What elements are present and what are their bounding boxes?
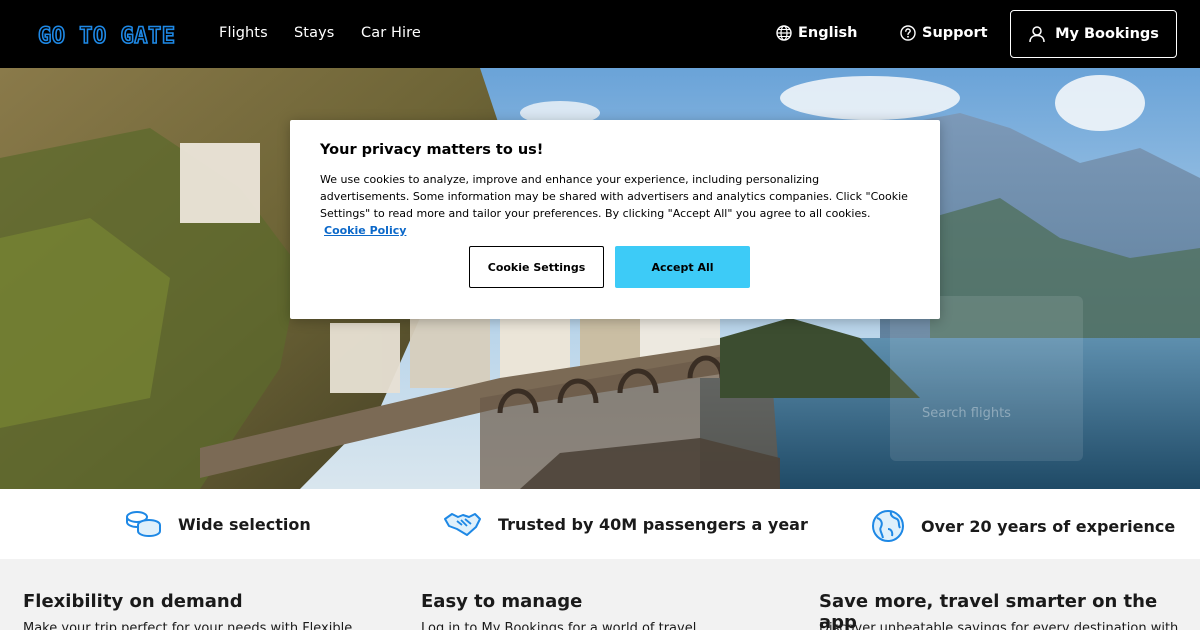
card-title-flexibility: Flexibility on demand — [23, 591, 243, 612]
accept-all-button[interactable]: Accept All — [615, 246, 750, 288]
nav-stays[interactable]: Stays — [294, 25, 334, 41]
search-input-placeholder: Search flights — [922, 406, 1011, 421]
card-text-app: Discover unbeatable savings for every de… — [819, 621, 1179, 630]
globe-icon — [872, 510, 904, 542]
search-panel-backdrop — [890, 296, 1083, 461]
features-strip: Wide selection Trusted by 40M passengers… — [0, 489, 1200, 559]
cookie-settings-button[interactable]: Cookie Settings — [469, 246, 604, 288]
feature-label: Trusted by 40M passengers a year — [498, 514, 808, 534]
help-icon — [900, 25, 916, 41]
cookie-consent-dialog: Your privacy matters to us! We use cooki… — [290, 120, 940, 319]
nav-flights[interactable]: Flights — [219, 25, 268, 41]
support-link[interactable]: Support — [900, 25, 988, 41]
globe-icon — [776, 25, 792, 41]
feature-wide-selection: Wide selection — [125, 509, 311, 539]
top-navigation-bar: GO TO GATE Flights Stays Car Hire Englis… — [0, 0, 1200, 68]
feature-experience: Over 20 years of experience — [871, 509, 1175, 543]
language-selector[interactable]: English — [776, 25, 858, 41]
site-logo[interactable]: GO TO GATE — [38, 20, 183, 48]
coins-icon — [126, 511, 161, 538]
handshake-icon — [444, 513, 481, 536]
cookie-policy-link[interactable]: Cookie Policy — [324, 224, 406, 237]
cookie-dialog-text: We use cookies to analyze, improve and e… — [320, 173, 908, 220]
benefits-section: Flexibility on demand Make your trip per… — [0, 559, 1200, 630]
support-label: Support — [922, 25, 988, 41]
feature-trusted: Trusted by 40M passengers a year — [443, 509, 808, 539]
nav-car-hire[interactable]: Car Hire — [361, 25, 421, 41]
feature-label: Wide selection — [178, 514, 311, 534]
my-bookings-button[interactable]: My Bookings — [1010, 10, 1177, 58]
cookie-dialog-title: Your privacy matters to us! — [320, 142, 544, 158]
cookie-dialog-body: We use cookies to analyze, improve and e… — [320, 171, 910, 239]
user-icon — [1029, 26, 1045, 43]
my-bookings-label: My Bookings — [1055, 26, 1159, 42]
card-text-manage: Log in to My Bookings for a world of tra… — [421, 621, 697, 630]
card-title-manage: Easy to manage — [421, 591, 583, 612]
card-text-flexibility: Make your trip perfect for your needs wi… — [23, 621, 353, 630]
language-label: English — [798, 25, 858, 41]
feature-label: Over 20 years of experience — [921, 516, 1176, 536]
logo-mark: GO TO GATE — [38, 23, 176, 48]
svg-text:GO TO GATE: GO TO GATE — [38, 24, 175, 48]
